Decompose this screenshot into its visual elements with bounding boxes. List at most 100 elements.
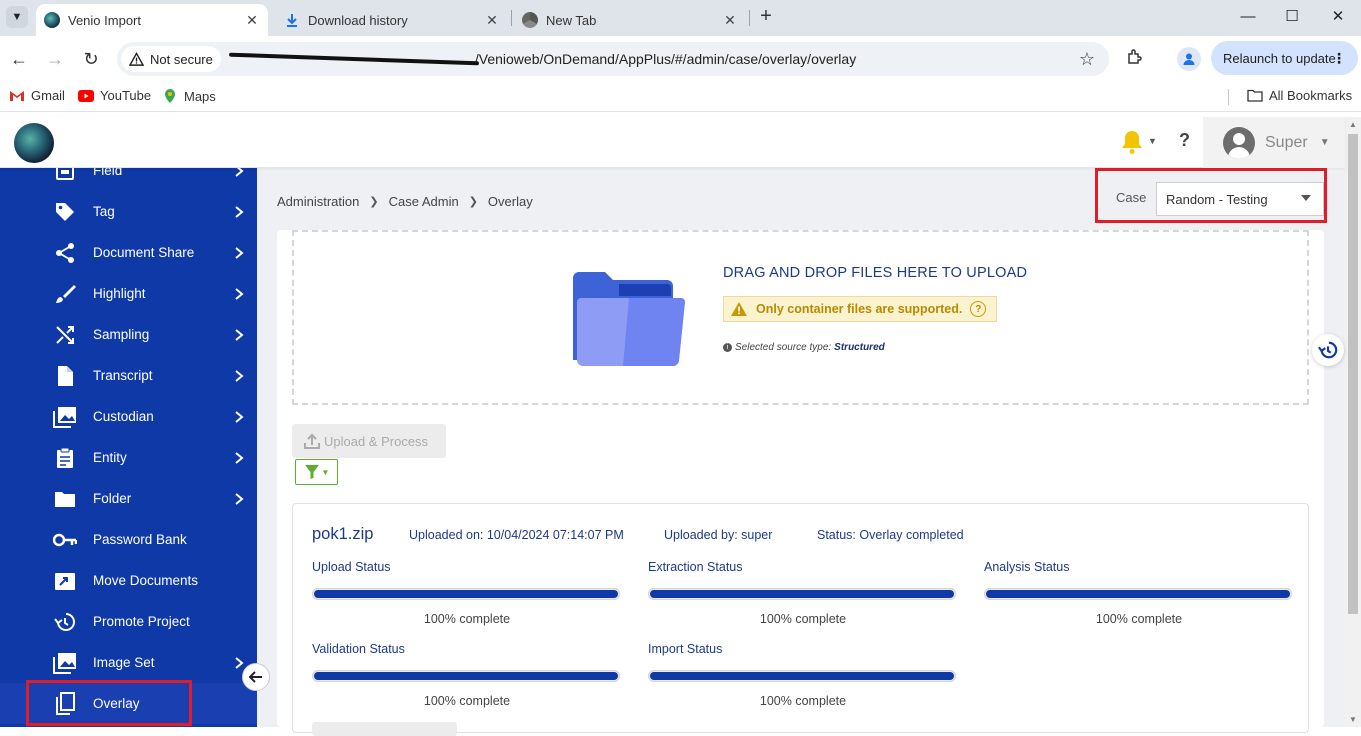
job-file-name: pok1.zip — [312, 525, 374, 543]
sidebar-item-highlight[interactable]: Highlight — [0, 273, 257, 314]
security-label: Not secure — [150, 51, 213, 67]
sidebar-item-sampling[interactable]: Sampling — [0, 314, 257, 355]
bookmark-gmail[interactable]: Gmail — [9, 88, 65, 103]
uploaded-on-value: 10/04/2024 07:14:07 PM — [486, 528, 624, 542]
relaunch-button[interactable]: Relaunch to update ⋮ — [1211, 41, 1358, 75]
sidebar-item-overlay[interactable]: Overlay — [0, 683, 257, 724]
progress-text: 100% complete — [759, 694, 847, 708]
scroll-down-icon[interactable]: ▼ — [1349, 715, 1357, 724]
image-stack-icon — [53, 405, 77, 429]
history-icon — [53, 610, 77, 634]
info-icon: i — [723, 343, 732, 352]
sidebar-item-document-share[interactable]: Document Share — [0, 232, 257, 273]
sidebar-item-folder[interactable]: Folder — [0, 478, 257, 519]
stage-label: Analysis Status — [984, 560, 1070, 574]
sidebar-item-field[interactable]: Field — [0, 168, 257, 191]
upload-process-button[interactable]: Upload & Process — [292, 424, 446, 458]
progress-fill — [650, 590, 954, 598]
close-icon[interactable]: ✕ — [482, 12, 502, 29]
youtube-icon — [78, 89, 94, 102]
venio-favicon — [44, 12, 60, 28]
sidebar-item-label: Promote Project — [93, 614, 190, 629]
stage-label: Validation Status — [312, 642, 405, 656]
filter-button[interactable]: ▼ — [295, 459, 338, 485]
history-button[interactable] — [1312, 334, 1344, 366]
stage-label: Upload Status — [312, 560, 391, 574]
bookmarks-divider — [1228, 89, 1229, 105]
new-tab-button[interactable]: + — [755, 6, 777, 28]
sidebar-item-promote-project[interactable]: Promote Project — [0, 601, 257, 642]
chevron-right-icon — [235, 168, 244, 177]
venio-logo[interactable] — [14, 123, 54, 163]
browser-toolbar: ← → ↻ Not secure /Venioweb/OnDemand/AppP… — [0, 36, 1361, 82]
breadcrumb-item[interactable]: Case Admin — [389, 194, 459, 209]
page-scrollbar[interactable]: ▲ ▼ — [1345, 117, 1361, 727]
all-bookmarks-button[interactable]: All Bookmarks — [1247, 88, 1352, 103]
case-select[interactable]: Random - Testing — [1156, 182, 1324, 216]
share-icon — [53, 241, 77, 265]
help-icon[interactable]: ? — [1179, 130, 1190, 151]
close-icon[interactable]: ✕ — [720, 12, 740, 29]
bookmark-maps[interactable]: Maps — [162, 88, 216, 104]
copy-icon — [53, 691, 77, 716]
sidebar-item-password-bank[interactable]: Password Bank — [0, 519, 257, 560]
extensions-icon[interactable] — [1124, 48, 1146, 70]
sidebar-item-custodian[interactable]: Custodian — [0, 396, 257, 437]
sidebar-item-entity[interactable]: Entity — [0, 437, 257, 478]
overlay-card: DRAG AND DROP FILES HERE TO UPLOAD Only … — [277, 230, 1324, 736]
sidebar-item-tag[interactable]: Tag — [0, 191, 257, 232]
app-header: ▼ ? Super ▼ — [0, 117, 1345, 168]
close-icon[interactable]: ✕ — [242, 12, 262, 29]
stage-validation: Validation Status 100% complete — [312, 642, 622, 708]
tab-divider — [511, 10, 512, 26]
stage-upload: Upload Status 100% complete — [312, 560, 622, 626]
tab-venio-import[interactable]: Venio Import ✕ — [36, 4, 268, 36]
chevron-right-icon — [235, 369, 244, 382]
tab-title: Download history — [308, 12, 408, 28]
minimize-button[interactable]: — — [1237, 6, 1259, 28]
chevron-down-icon[interactable]: ▼ — [1148, 136, 1157, 146]
scroll-up-icon[interactable]: ▲ — [1349, 120, 1357, 129]
tab-new-tab[interactable]: New Tab ✕ — [514, 4, 746, 36]
sidebar-item-move-documents[interactable]: Move Documents — [0, 560, 257, 601]
chevron-right-icon — [235, 656, 244, 669]
user-menu[interactable]: Super ▼ — [1203, 117, 1345, 168]
back-button[interactable]: ← — [8, 48, 30, 70]
sidebar-item-label: Sampling — [93, 327, 150, 342]
stage-label: Extraction Status — [648, 560, 743, 574]
bookmark-youtube[interactable]: YouTube — [78, 88, 151, 103]
chevron-down-icon: ▼ — [1319, 137, 1330, 148]
notification-bell-icon[interactable] — [1120, 129, 1144, 162]
progress-text: 100% complete — [423, 694, 511, 708]
scrollbar-thumb[interactable] — [1348, 134, 1358, 614]
source-type-value: Structured — [834, 342, 885, 353]
breadcrumb-item[interactable]: Administration — [277, 194, 359, 209]
window-close-button[interactable]: ✕ — [1327, 6, 1349, 28]
sidebar-item-label: Tag — [93, 204, 115, 219]
sidebar-item-transcript[interactable]: Transcript — [0, 355, 257, 396]
chevron-right-icon — [235, 410, 244, 423]
sidebar-item-label: Move Documents — [93, 573, 199, 588]
tab-search-button[interactable]: ▼ — [6, 6, 28, 28]
security-chip[interactable]: Not secure — [121, 46, 221, 72]
stage-extraction: Extraction Status 100% complete — [648, 560, 958, 626]
profile-icon[interactable] — [1177, 47, 1201, 71]
address-bar[interactable]: Not secure /Venioweb/OnDemand/AppPlus/#/… — [117, 42, 1109, 76]
folder-icon — [1247, 89, 1263, 102]
tab-download-history[interactable]: Download history ✕ — [276, 4, 508, 36]
help-circle-icon[interactable]: ? — [970, 301, 987, 317]
reload-button[interactable]: ↻ — [80, 48, 102, 70]
sidebar-item-image-set[interactable]: Image Set — [0, 642, 257, 683]
caret-down-icon: ▼ — [321, 467, 330, 477]
warning-icon — [129, 51, 144, 66]
chevron-right-icon — [235, 287, 244, 300]
forward-button[interactable]: → — [44, 48, 66, 70]
bookmark-star-icon[interactable]: ☆ — [1079, 49, 1095, 70]
status-label: Status: — [817, 528, 856, 542]
tab-title: New Tab — [546, 12, 597, 28]
filter-icon — [304, 465, 319, 479]
uploaded-by-label: Uploaded by: — [664, 528, 738, 542]
collapse-sidebar-button[interactable] — [242, 663, 270, 691]
maximize-button[interactable]: ☐ — [1281, 6, 1303, 28]
file-dropzone[interactable]: DRAG AND DROP FILES HERE TO UPLOAD Only … — [292, 230, 1309, 405]
